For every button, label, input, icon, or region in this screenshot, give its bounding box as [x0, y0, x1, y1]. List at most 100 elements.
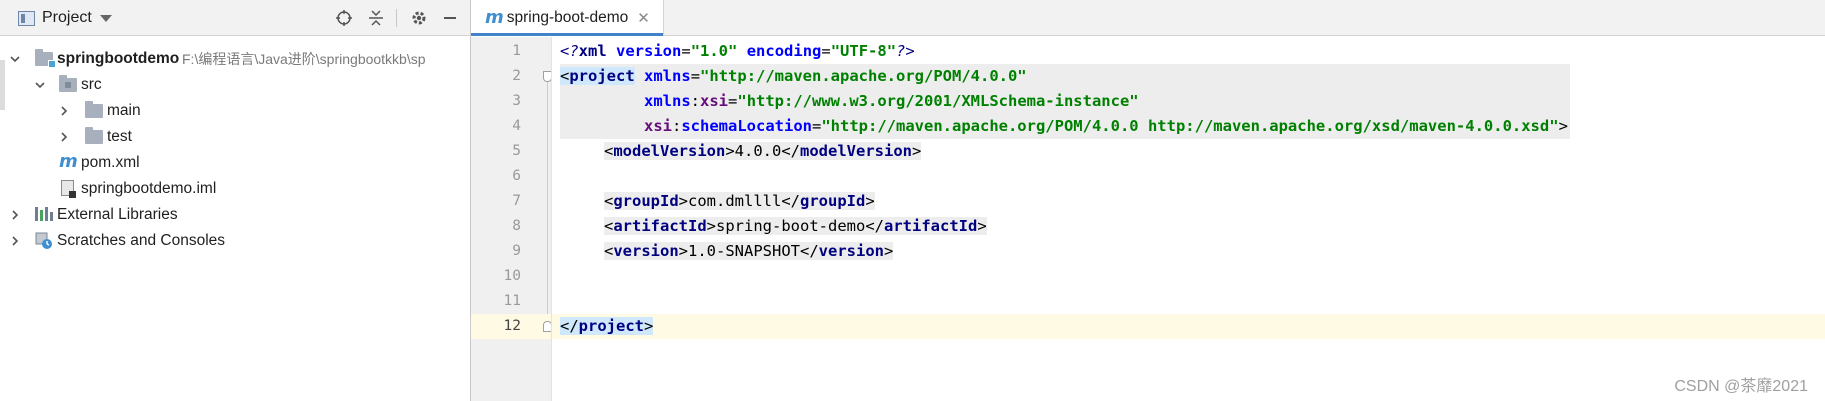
tab-label: spring-boot-demo	[506, 8, 629, 26]
tree-item-label: src	[81, 75, 102, 93]
code-token: "http://maven.apache.org/POM/4.0.0"	[700, 67, 1027, 85]
toolbar-divider	[396, 9, 397, 27]
line-number: 4	[512, 118, 521, 134]
chevron-down-icon	[99, 14, 112, 22]
code-line-9: <version>1.0-SNAPSHOT</version>	[604, 242, 894, 260]
code-token: groupId	[613, 192, 679, 210]
chevron-right-icon[interactable]	[57, 130, 71, 144]
code-token: "http://www.w3.org/2001/XMLSchema-instan…	[737, 92, 1139, 110]
code-line-7: <groupId>com.dmllll</groupId>	[604, 192, 875, 210]
tree-item-label: main	[107, 101, 141, 119]
folder-icon	[85, 100, 103, 118]
code-token: xml	[578, 42, 607, 60]
library-icon	[35, 207, 53, 221]
tree-item-label: Scratches and Consoles	[57, 231, 226, 249]
line-number: 8	[512, 218, 521, 234]
tree-item-scratches[interactable]: Scratches and Consoles	[0, 228, 470, 253]
code-line-8: <artifactId>spring-boot-demo</artifactId…	[604, 217, 987, 235]
code-line-1: <?xml version="1.0" encoding="UTF-8"?>	[560, 42, 915, 60]
tree-item-label: External Libraries	[57, 205, 178, 223]
tree-item-external-libraries[interactable]: External Libraries	[0, 202, 470, 227]
tree-item-pom[interactable]: m pom.xml	[0, 150, 470, 175]
tree-item-iml[interactable]: springbootdemo.iml	[0, 176, 470, 201]
project-tool-window: Project springbootdemo F:\编程语言\Java进阶\sp…	[0, 0, 471, 401]
code-token: encoding	[746, 42, 822, 60]
tree-item-springbootdemo[interactable]: springbootdemo F:\编程语言\Java进阶\springboot…	[0, 46, 470, 71]
chevron-right-icon[interactable]	[57, 104, 71, 118]
code-token: artifactId	[613, 217, 707, 235]
code-token: version	[613, 242, 679, 260]
watermark: CSDN @茶靡2021	[1674, 378, 1808, 395]
line-number: 1	[512, 43, 521, 59]
code-token: xmlns	[644, 67, 691, 85]
module-folder-icon	[35, 48, 56, 68]
code-token: xsi	[700, 92, 729, 110]
line-number: 7	[512, 193, 521, 209]
editor-area: m spring-boot-demo ✕ 1 2 3 4 5 6 7 8 9 1…	[471, 0, 1825, 401]
locate-icon[interactable]	[334, 8, 354, 28]
project-view-selector[interactable]: Project	[18, 7, 112, 29]
tree-item-label: springbootdemo.iml	[81, 179, 217, 197]
editor-tab-bar: m spring-boot-demo ✕	[471, 0, 1825, 36]
scratch-icon	[35, 232, 52, 249]
chevron-down-icon[interactable]	[33, 78, 47, 92]
code-line-5: <modelVersion>4.0.0</modelVersion>	[604, 142, 922, 160]
folder-icon	[85, 126, 103, 144]
code-editor[interactable]: <?xml version="1.0" encoding="UTF-8"?> <…	[552, 37, 1825, 401]
code-token: "UTF-8"	[830, 42, 897, 60]
close-icon[interactable]: ✕	[637, 9, 650, 27]
code-token: artifactId	[884, 217, 978, 235]
code-token: "http://maven.apache.org/POM/4.0.0 http:…	[821, 117, 1559, 135]
project-panel-icon	[18, 10, 35, 26]
maven-icon: m	[485, 7, 504, 28]
code-token: version	[818, 242, 884, 260]
code-token: modelVersion	[800, 142, 912, 160]
tree-item-label: test	[107, 127, 132, 145]
line-number: 5	[512, 143, 521, 159]
code-token: "1.0"	[690, 42, 738, 60]
code-token: ?>	[896, 42, 915, 60]
code-token: xmlns	[644, 92, 691, 110]
line-number: 11	[503, 293, 521, 309]
minimize-icon[interactable]	[440, 8, 460, 28]
collapse-all-icon[interactable]	[366, 8, 386, 28]
project-title: Project	[42, 9, 92, 26]
tab-spring-boot-demo[interactable]: m spring-boot-demo ✕	[471, 0, 664, 36]
line-number: 2	[512, 68, 521, 84]
line-number: 9	[512, 243, 521, 259]
code-token: com.dmllll	[688, 192, 782, 210]
chevron-right-icon[interactable]	[8, 234, 22, 248]
project-toolbar: Project	[0, 0, 470, 36]
gear-icon[interactable]	[409, 8, 429, 28]
code-token: spring-boot-demo	[716, 217, 866, 235]
code-line-2: <project xmlns="http://maven.apache.org/…	[560, 64, 1570, 89]
tree-item-src[interactable]: src	[0, 72, 470, 97]
code-line-12: </project>	[560, 317, 654, 335]
line-number-current: 12	[471, 314, 551, 339]
maven-icon: m	[59, 151, 78, 172]
tree-item-main[interactable]: main	[0, 98, 470, 123]
iml-file-icon	[61, 180, 76, 198]
current-line-highlight	[552, 314, 1825, 339]
line-number: 6	[512, 168, 521, 184]
tree-item-label: pom.xml	[81, 153, 140, 171]
code-token: version	[616, 42, 682, 60]
line-number: 3	[512, 93, 521, 109]
code-token: <?	[560, 42, 579, 60]
tree-item-label: springbootdemo	[57, 49, 180, 67]
code-token: xsi	[644, 117, 672, 135]
code-token: 1.0-SNAPSHOT	[688, 242, 800, 260]
fold-range-bar	[547, 82, 548, 314]
code-token: project	[578, 317, 644, 335]
line-number-gutter: 1 2 3 4 5 6 7 8 9 10 11 12	[471, 37, 552, 401]
chevron-down-icon[interactable]	[8, 52, 22, 66]
tree-item-test[interactable]: test	[0, 124, 470, 149]
code-line-3: xmlns:xsi="http://www.w3.org/2001/XMLSch…	[560, 89, 1570, 114]
code-token: project	[569, 67, 635, 85]
code-token: schemaLocation	[681, 117, 812, 135]
chevron-right-icon[interactable]	[8, 208, 22, 222]
code-token: groupId	[800, 192, 866, 210]
line-number: 10	[503, 268, 521, 284]
module-path-hint: F:\编程语言\Java进阶\springbootkkb\sp	[182, 50, 426, 67]
code-token: modelVersion	[613, 142, 726, 160]
